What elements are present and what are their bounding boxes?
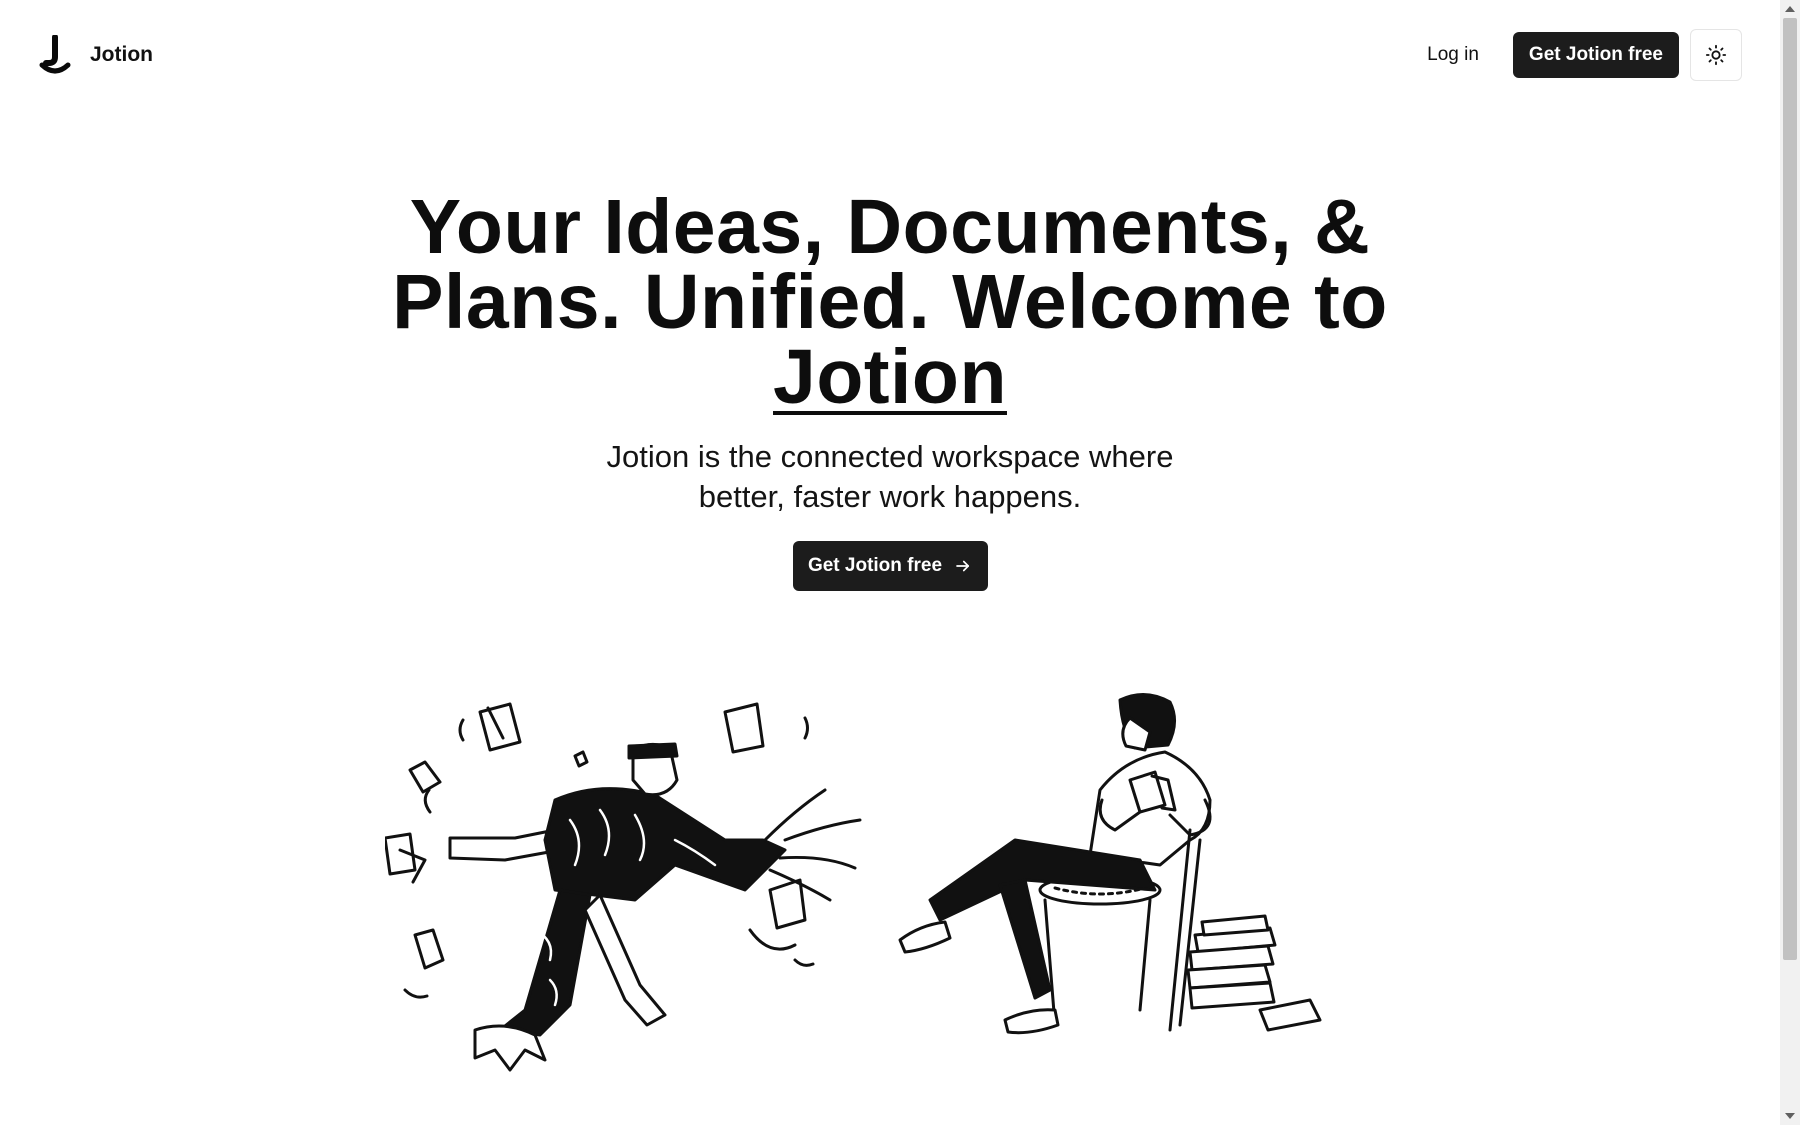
- hero-heading-brand: Jotion: [773, 334, 1007, 420]
- logo-icon: [39, 35, 71, 74]
- person-juggling-papers-illustration: [385, 702, 862, 1072]
- brand-name: Jotion: [90, 43, 153, 66]
- scroll-down-icon[interactable]: [1785, 1113, 1795, 1119]
- get-jotion-free-hero-button[interactable]: Get Jotion free: [792, 541, 988, 591]
- brand[interactable]: Jotion: [38, 35, 153, 75]
- hero-section: Your Ideas, Documents, & Plans. Unified.…: [0, 189, 1780, 591]
- hero-heading: Your Ideas, Documents, & Plans. Unified.…: [390, 189, 1390, 416]
- scroll-up-icon[interactable]: [1785, 6, 1795, 12]
- navbar: Jotion Log in Get Jotion free: [0, 0, 1780, 110]
- hero-subheading: Jotion is the connected workspace where …: [606, 439, 1174, 514]
- theme-toggle-button[interactable]: [1690, 29, 1742, 81]
- login-button[interactable]: Log in: [1403, 32, 1503, 78]
- scrollbar[interactable]: [1780, 0, 1800, 1125]
- hero-heading-main: Your Ideas, Documents, & Plans. Unified.…: [392, 184, 1388, 345]
- scroll-thumb[interactable]: [1783, 18, 1797, 960]
- nav-actions: Log in Get Jotion free: [1403, 29, 1742, 81]
- sun-icon: [1705, 44, 1727, 66]
- get-jotion-free-nav-button[interactable]: Get Jotion free: [1512, 32, 1679, 78]
- arrow-right-icon: [956, 560, 970, 572]
- cta-label: Get Jotion free: [807, 555, 943, 576]
- person-reading-in-chair-illustration: [898, 693, 1322, 1035]
